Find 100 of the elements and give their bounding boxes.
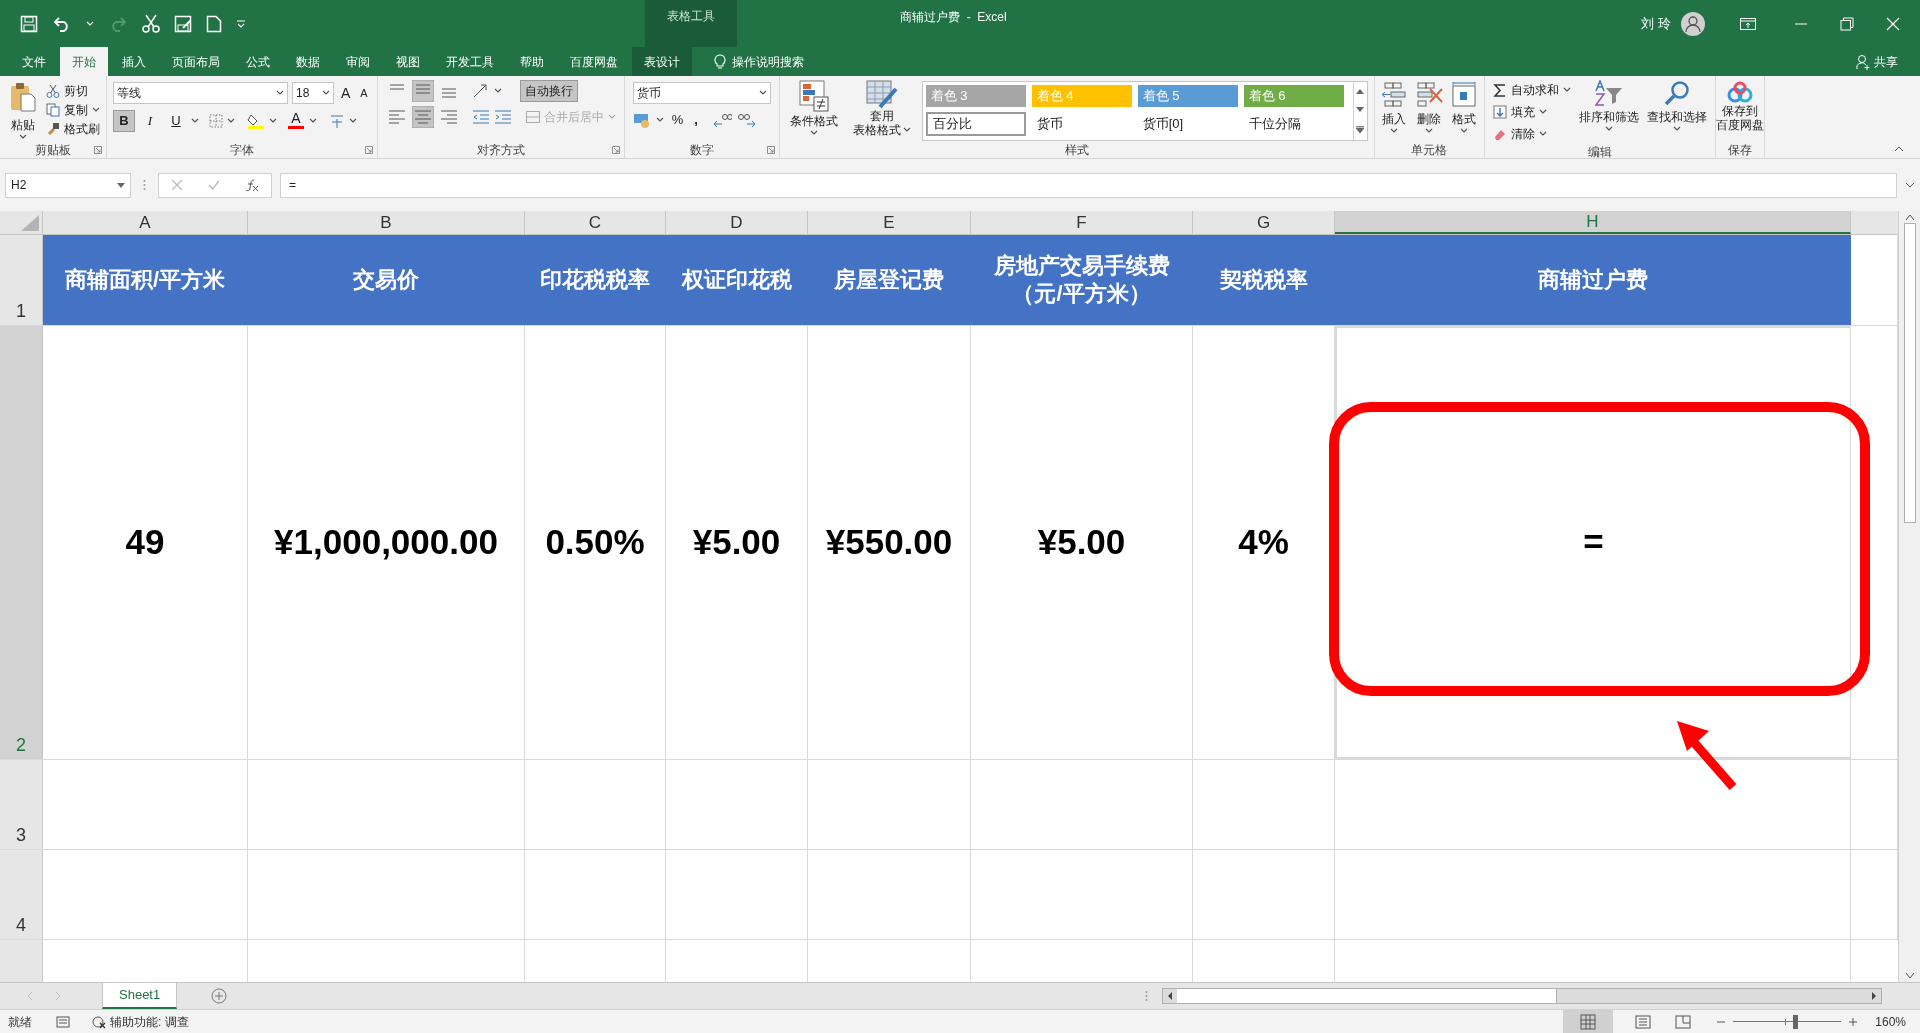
column-header[interactable]: C xyxy=(525,211,666,234)
scroll-down-icon[interactable] xyxy=(1904,972,1915,980)
editing-command[interactable]: 填充 xyxy=(1492,102,1571,122)
clipboard-command[interactable]: 格式刷 xyxy=(46,120,100,138)
cell-style-option[interactable]: 货币 xyxy=(1031,112,1132,136)
font-color-button[interactable]: A xyxy=(287,111,305,131)
sheet-tab[interactable]: Sheet1 xyxy=(102,983,178,1009)
ribbon-tab[interactable]: 视图 xyxy=(384,47,432,76)
cut-icon[interactable] xyxy=(142,13,160,34)
scrollbar-thumb[interactable] xyxy=(1903,223,1916,523)
sort-filter-button[interactable]: 排序和筛选 xyxy=(1578,80,1639,144)
add-sheet-icon[interactable] xyxy=(211,988,228,1004)
increase-indent-icon[interactable] xyxy=(493,109,512,125)
comma-button[interactable]: , xyxy=(691,110,701,130)
dialog-launcher-icon[interactable] xyxy=(766,146,775,154)
font-style-button[interactable]: B xyxy=(113,110,135,132)
more-icon[interactable] xyxy=(1356,126,1365,134)
next-sheet-icon[interactable] xyxy=(54,991,62,1001)
editing-command[interactable]: 清除 xyxy=(1492,124,1571,144)
clipboard-command[interactable]: 剪切 xyxy=(46,82,100,100)
clipboard-command[interactable]: 复制 xyxy=(46,101,100,119)
scroll-down-icon[interactable] xyxy=(1356,107,1365,113)
accessibility-button[interactable]: 辅助功能: 调查 xyxy=(92,1012,189,1031)
row-header[interactable]: 4 xyxy=(0,850,43,939)
page-layout-icon[interactable] xyxy=(1635,1014,1652,1029)
column-header[interactable]: A xyxy=(43,211,248,234)
font-style-button[interactable]: I xyxy=(139,110,161,132)
function-icon[interactable] xyxy=(244,179,259,191)
cell-style-option[interactable]: 百分比 xyxy=(925,112,1026,136)
save-as-icon[interactable] xyxy=(174,14,192,33)
ribbon-tab[interactable]: 开发工具 xyxy=(434,47,506,76)
restore-icon[interactable] xyxy=(1840,16,1854,31)
cells-command[interactable]: 插入 xyxy=(1380,82,1408,142)
borders-icon[interactable] xyxy=(209,114,223,128)
ribbon-tab[interactable]: 表设计 xyxy=(632,47,692,76)
save-to-cloud-button[interactable]: 保存到 百度网盘 xyxy=(1715,80,1764,132)
orientation-icon[interactable] xyxy=(471,83,490,99)
paste-button[interactable]: 粘贴 xyxy=(6,82,40,142)
decrease-indent-icon[interactable] xyxy=(471,109,490,125)
ribbon-tab[interactable]: 页面布局 xyxy=(160,47,232,76)
collapse-ribbon-icon[interactable] xyxy=(1894,146,1904,152)
zoom-in-icon[interactable] xyxy=(1849,1017,1858,1026)
expand-icon[interactable] xyxy=(1905,182,1915,188)
format-as-table-button[interactable]: 套用 表格格式 xyxy=(849,80,914,142)
cells-command[interactable]: 格式 xyxy=(1450,82,1478,142)
cell-style-option[interactable]: 千位分隔 xyxy=(1243,112,1344,136)
scroll-up-icon[interactable] xyxy=(1904,213,1915,221)
page-break-icon[interactable] xyxy=(1675,1014,1692,1029)
column-header[interactable]: F xyxy=(971,211,1193,234)
document-icon[interactable] xyxy=(206,14,222,33)
font-size-field[interactable]: 18 xyxy=(292,82,334,104)
editing-command[interactable]: 自动求和 xyxy=(1492,80,1571,100)
column-header[interactable]: B xyxy=(248,211,525,234)
check-icon[interactable] xyxy=(208,179,220,191)
ribbon-tab[interactable]: 帮助 xyxy=(508,47,556,76)
number-format-field[interactable]: 货币 xyxy=(632,82,771,104)
macro-record-icon[interactable] xyxy=(56,1015,70,1028)
column-header[interactable]: D xyxy=(666,211,808,234)
ribbon-tab[interactable]: 公式 xyxy=(234,47,282,76)
percent-button[interactable]: % xyxy=(668,110,687,130)
horizontal-scrollbar[interactable] xyxy=(1162,988,1883,1004)
ribbon-tab[interactable]: 开始 xyxy=(60,47,108,76)
conditional-formatting-button[interactable]: 条件格式 xyxy=(785,80,842,142)
ribbon-tab[interactable]: 插入 xyxy=(110,47,158,76)
scroll-up-icon[interactable] xyxy=(1356,88,1365,94)
select-all-icon[interactable] xyxy=(21,215,39,231)
grow-font-button[interactable]: A xyxy=(338,82,354,104)
dialog-launcher-icon[interactable] xyxy=(94,146,102,154)
fill-color-icon[interactable] xyxy=(247,112,265,130)
ribbon-tab[interactable]: 审阅 xyxy=(334,47,382,76)
close-icon[interactable] xyxy=(1886,16,1900,31)
font-name-field[interactable]: 等线 xyxy=(113,82,288,104)
cell-style-option[interactable]: 货币[0] xyxy=(1137,112,1238,136)
ribbon-tab[interactable]: 数据 xyxy=(284,47,332,76)
align-center-icon[interactable] xyxy=(411,106,434,128)
zoom-slider-thumb[interactable] xyxy=(1793,1014,1799,1029)
find-select-button[interactable]: 查找和选择 xyxy=(1646,80,1707,144)
cancel-icon[interactable] xyxy=(171,179,184,191)
shrink-font-button[interactable]: A xyxy=(357,84,371,102)
font-style-button[interactable]: U xyxy=(165,110,187,132)
previous-sheet-icon[interactable] xyxy=(26,991,34,1001)
tell-me-search[interactable]: 操作说明搜索 xyxy=(714,47,804,76)
align-middle-icon[interactable] xyxy=(411,80,434,102)
customize-icon[interactable] xyxy=(236,18,246,29)
dialog-launcher-icon[interactable] xyxy=(364,146,373,154)
cells-command[interactable]: 删除 xyxy=(1415,82,1443,142)
normal-view-icon[interactable] xyxy=(1563,1009,1614,1033)
ribbon-display-icon[interactable] xyxy=(1740,17,1756,30)
increase-decimal-icon[interactable] xyxy=(711,111,732,128)
currency-icon[interactable] xyxy=(632,111,651,128)
row-header[interactable]: 3 xyxy=(0,760,43,849)
row-header[interactable]: 1 xyxy=(0,235,43,325)
save-icon[interactable] xyxy=(20,14,38,33)
ribbon-tab[interactable]: 百度网盘 xyxy=(558,47,630,76)
formula-field[interactable]: = xyxy=(280,172,1897,198)
wrap-text-button[interactable]: 自动换行 xyxy=(519,80,578,102)
share-button[interactable]: 共享 xyxy=(1856,47,1898,76)
avatar-icon[interactable] xyxy=(1681,11,1705,36)
ribbon-tab[interactable]: 文件 xyxy=(10,47,58,76)
column-header[interactable]: E xyxy=(808,211,971,234)
